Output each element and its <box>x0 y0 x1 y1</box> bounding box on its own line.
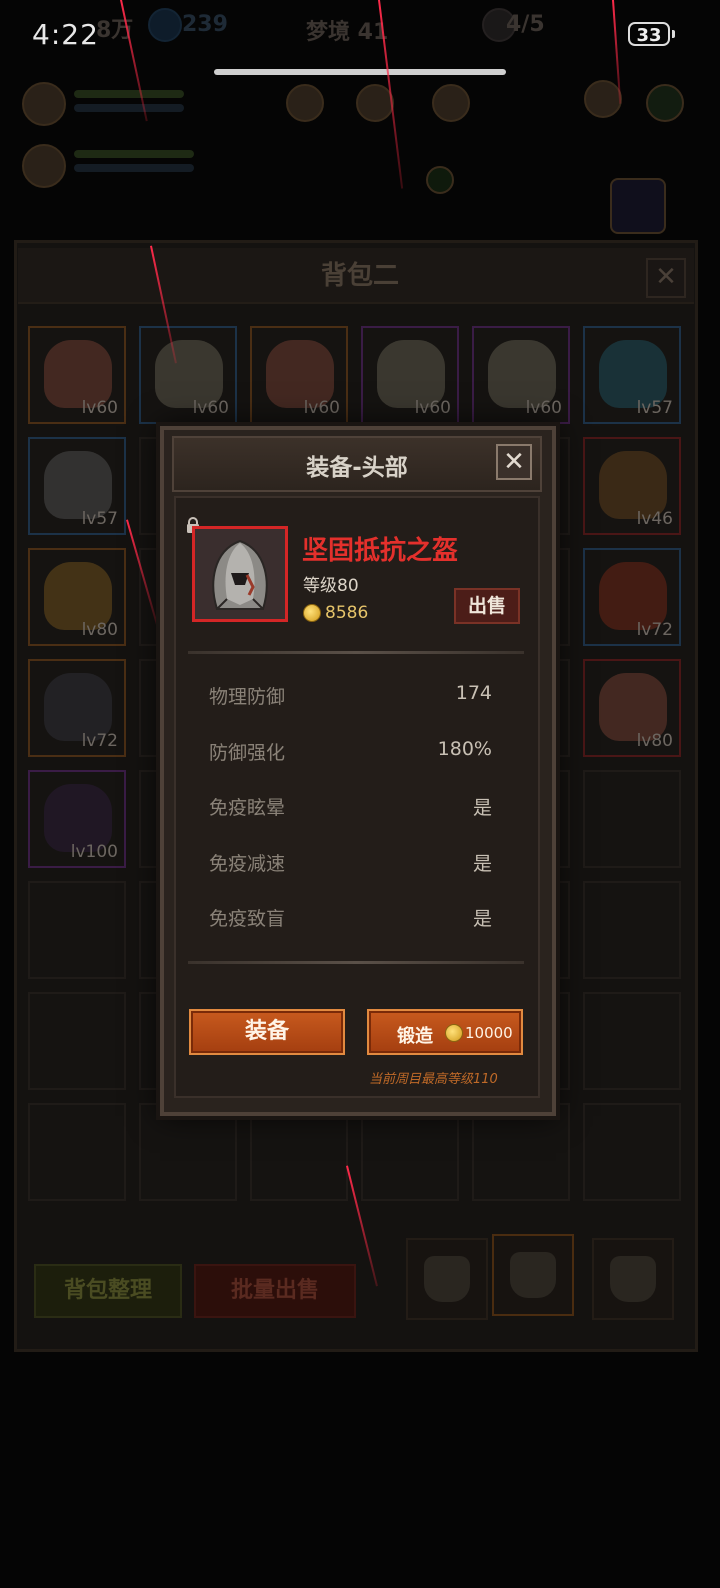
stat-label-defense-boost: 防御强化 <box>209 742 286 764</box>
item-level-label: lv72 <box>81 731 118 751</box>
item-portrait <box>192 526 288 622</box>
health-bar <box>74 90 184 98</box>
item-level-label: lv60 <box>414 398 451 418</box>
stat-label-physical-defense: 物理防御 <box>209 686 286 708</box>
item-level-label: lv80 <box>81 620 118 640</box>
bag-icon <box>610 1256 656 1302</box>
sort-bag-button[interactable]: 背包整理 <box>34 1264 182 1318</box>
forge-label: 锻造 <box>397 1026 433 1047</box>
health-bar <box>74 150 194 158</box>
skill-icon[interactable] <box>286 84 324 122</box>
bag-slot-empty[interactable] <box>28 881 126 979</box>
bag-slot-item[interactable]: lv60 <box>361 326 459 424</box>
item-level-label: lv60 <box>303 398 340 418</box>
ability-icon[interactable] <box>22 82 66 126</box>
bag-slot-empty[interactable] <box>583 881 681 979</box>
bag-icon <box>424 1256 470 1302</box>
item-level-label: lv72 <box>636 620 673 640</box>
skill-icon[interactable] <box>646 84 684 122</box>
dream-level: 梦境 41 <box>306 20 389 45</box>
stat-value-stun-immunity: 是 <box>472 797 492 819</box>
gem-icon <box>148 8 182 42</box>
bag-slot-empty[interactable] <box>583 770 681 868</box>
stat-value-slow-immunity: 是 <box>472 853 492 875</box>
battery-tip <box>672 30 675 38</box>
skill-icon[interactable] <box>584 80 622 118</box>
equip-button[interactable]: 装备 <box>189 1009 345 1055</box>
gem-count: 239 <box>182 12 228 37</box>
bag-slot-item[interactable]: lv100 <box>28 770 126 868</box>
bag-slot-item[interactable]: lv57 <box>28 437 126 535</box>
bulk-sell-button[interactable]: 批量出售 <box>194 1264 356 1318</box>
bag-slot-item[interactable]: lv46 <box>583 437 681 535</box>
battery-icon: 33 <box>628 22 670 46</box>
item-level-label: lv57 <box>81 509 118 529</box>
bag-slot-empty[interactable] <box>583 992 681 1090</box>
stat-label-blind-immunity: 免疫致盲 <box>209 908 286 930</box>
mana-bar <box>74 104 184 112</box>
item-level-label: lv60 <box>192 398 229 418</box>
bag-slot-item[interactable]: lv60 <box>28 326 126 424</box>
item-level-label: lv46 <box>636 509 673 529</box>
skull-count: 4/5 <box>506 12 545 37</box>
dialog-close-button[interactable]: ✕ <box>496 444 532 480</box>
stat-value-defense-boost: 180% <box>437 738 492 760</box>
item-level-label: lv100 <box>70 842 118 862</box>
bag-slot-empty[interactable] <box>472 1103 570 1201</box>
bag-tab-3[interactable] <box>592 1238 674 1320</box>
bag-slot-item[interactable]: lv60 <box>250 326 348 424</box>
bag-title: 背包二 <box>320 261 399 291</box>
item-level-label: lv57 <box>636 398 673 418</box>
max-level-note: 当前周目最高等级110 <box>369 1072 498 1087</box>
item-name: 坚固抵抗之盔 <box>302 536 459 566</box>
bag-slot-empty[interactable] <box>139 1103 237 1201</box>
forge-button[interactable]: 锻造 10000 <box>367 1009 523 1055</box>
divider <box>188 651 524 654</box>
skill-icon[interactable] <box>432 84 470 122</box>
mana-bar <box>74 164 194 172</box>
bag-slot-item[interactable]: lv80 <box>583 659 681 757</box>
portal-icon[interactable] <box>610 178 666 234</box>
bag-slot-empty[interactable] <box>583 1103 681 1201</box>
forge-cost: 10000 <box>465 1024 513 1042</box>
divider <box>188 961 524 964</box>
bag-slot-empty[interactable] <box>28 992 126 1090</box>
bag-tab-2[interactable] <box>492 1234 574 1316</box>
dialog-title: 装备-头部 <box>306 455 408 481</box>
stat-value-physical-defense: 174 <box>455 682 492 704</box>
bag-slot-item[interactable]: lv72 <box>583 548 681 646</box>
status-time: 4:22 <box>32 18 99 51</box>
item-level: 等级80 <box>303 576 359 596</box>
item-price: 8586 <box>325 603 369 623</box>
bag-slot-empty[interactable] <box>250 1103 348 1201</box>
stat-label-stun-immunity: 免疫眩晕 <box>209 797 286 819</box>
sell-button[interactable]: 出售 <box>454 588 520 624</box>
bag-close-button[interactable]: ✕ <box>646 258 686 298</box>
item-level-label: lv60 <box>81 398 118 418</box>
bag-icon <box>510 1252 556 1298</box>
coin-icon <box>303 604 321 622</box>
ability-icon[interactable] <box>22 144 66 188</box>
bag-tab-1[interactable] <box>406 1238 488 1320</box>
item-level-label: lv60 <box>525 398 562 418</box>
bag-slot-item[interactable]: lv72 <box>28 659 126 757</box>
bag-slot-item[interactable]: lv60 <box>472 326 570 424</box>
bag-slot-item[interactable]: lv60 <box>139 326 237 424</box>
enemy-marker <box>426 166 454 194</box>
stat-value-blind-immunity: 是 <box>472 908 492 930</box>
stat-label-slow-immunity: 免疫减速 <box>209 853 286 875</box>
bag-slot-item[interactable]: lv57 <box>583 326 681 424</box>
helmet-icon <box>195 529 285 619</box>
coin-icon <box>445 1024 463 1042</box>
item-level-label: lv80 <box>636 731 673 751</box>
bag-slot-empty[interactable] <box>361 1103 459 1201</box>
home-indicator <box>214 69 506 75</box>
bag-slot-item[interactable]: lv80 <box>28 548 126 646</box>
bag-slot-empty[interactable] <box>28 1103 126 1201</box>
